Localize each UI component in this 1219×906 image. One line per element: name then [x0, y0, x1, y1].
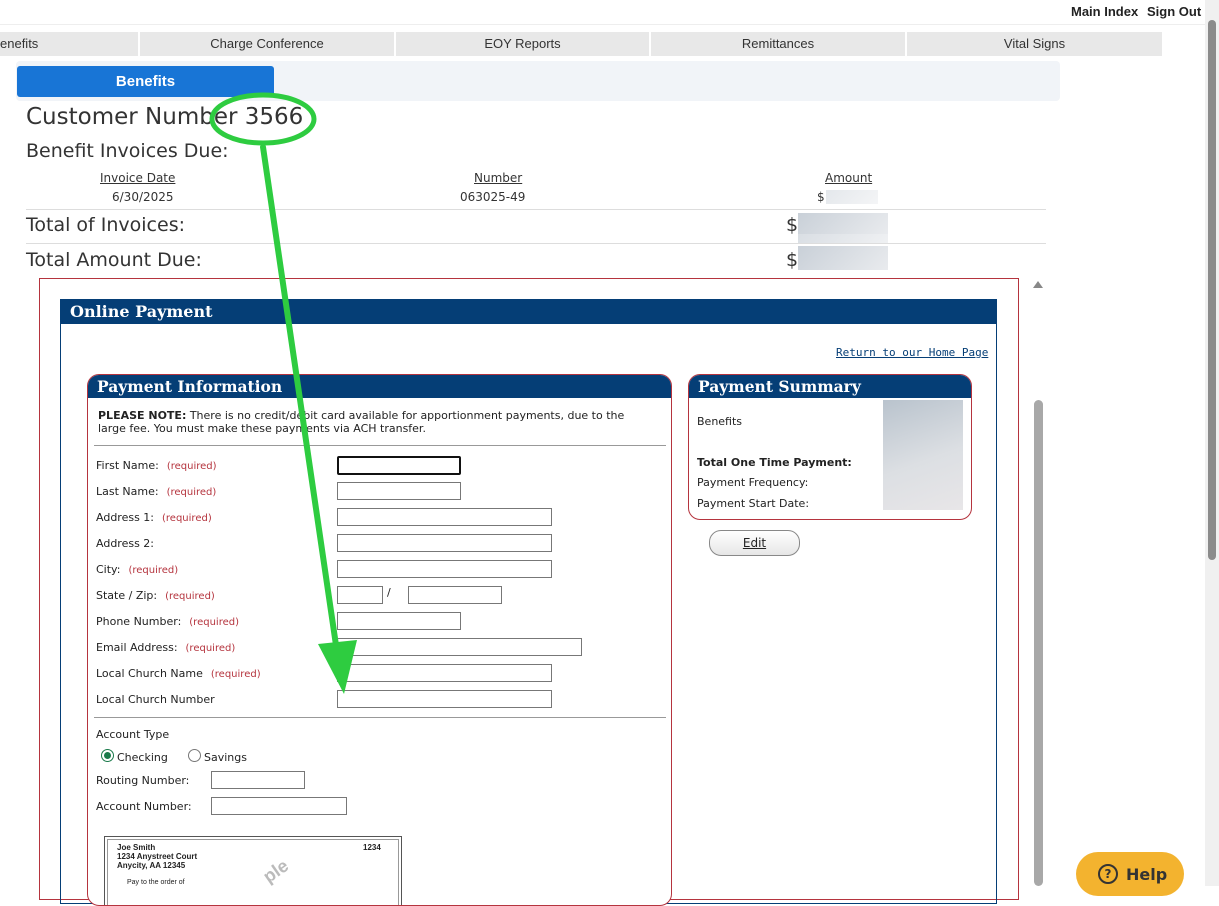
window-scrollbar-thumb[interactable]: [1208, 20, 1216, 560]
annotation-overlay: [209, 92, 357, 694]
annotation-arrow-line: [260, 144, 340, 655]
help-button[interactable]: ? Help: [1076, 852, 1184, 896]
question-circle-icon: ?: [1098, 864, 1118, 884]
annotation-arrow-head: [318, 640, 357, 694]
help-label: Help: [1126, 865, 1168, 884]
annotation-circle: [209, 92, 317, 146]
